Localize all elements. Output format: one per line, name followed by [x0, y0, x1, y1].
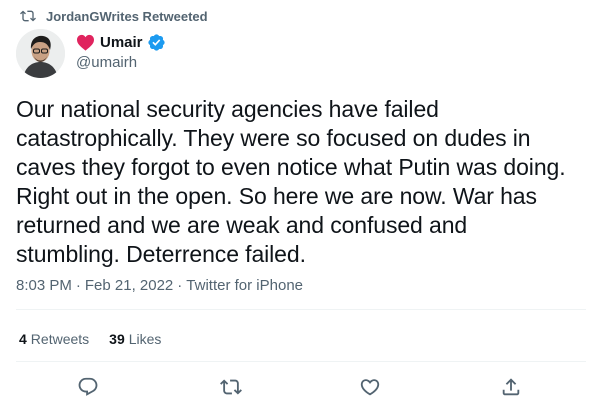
likes-count: 39 [109, 331, 125, 347]
like-button[interactable] [357, 376, 383, 402]
divider [16, 361, 586, 362]
meta-separator: · [177, 277, 183, 294]
action-bar [0, 376, 598, 402]
retweets-count: 4 [19, 331, 27, 347]
tweet-text-line: stumbling. Deterrence failed. [16, 241, 306, 267]
share-icon [500, 376, 522, 403]
reply-button[interactable] [75, 376, 101, 402]
reply-icon [77, 376, 99, 403]
avatar[interactable] [16, 29, 65, 78]
retweeted-by-text[interactable]: JordanGWrites Retweeted [46, 9, 208, 24]
tweet-meta: 8:03 PM · Feb 21, 2022 · Twitter for iPh… [16, 277, 303, 294]
tweet-text-line: Our national security agencies have fail… [16, 96, 439, 122]
retweeted-by-header[interactable]: JordanGWrites Retweeted [20, 7, 208, 25]
retweet-button[interactable] [218, 376, 244, 402]
meta-separator: · [75, 277, 81, 294]
tweet-text-line: catastrophically. They were so focused o… [16, 125, 531, 151]
tweet-text-line: caves they forgot to even notice what Pu… [16, 154, 566, 180]
red-heart-icon [76, 34, 95, 51]
verified-badge-icon [147, 33, 166, 52]
like-icon [359, 376, 381, 403]
retweets-stat[interactable]: 4 Retweets [19, 331, 89, 347]
tweet-text-line: returned and we are weak and confused an… [16, 212, 468, 238]
retweets-label: Retweets [30, 331, 90, 347]
retweet-icon [20, 8, 36, 24]
likes-stat[interactable]: 39 Likes [109, 331, 161, 347]
engagement-stats: 4 Retweets 39 Likes [19, 331, 181, 347]
author-display-name[interactable]: Umair [100, 34, 143, 51]
tweet-date[interactable]: Feb 21, 2022 [85, 277, 173, 294]
retweet-icon [220, 376, 242, 403]
tweet-text: Our national security agencies have fail… [16, 95, 586, 269]
tweet-time[interactable]: 8:03 PM [16, 277, 72, 294]
share-button[interactable] [498, 376, 524, 402]
author-handle[interactable]: @umairh [76, 54, 137, 71]
tweet-text-line: Right out in the open. So here we are no… [16, 183, 537, 209]
likes-label: Likes [128, 331, 162, 347]
author-name-row[interactable]: Umair [76, 31, 166, 53]
tweet-source[interactable]: Twitter for iPhone [186, 277, 303, 294]
divider [16, 309, 586, 310]
